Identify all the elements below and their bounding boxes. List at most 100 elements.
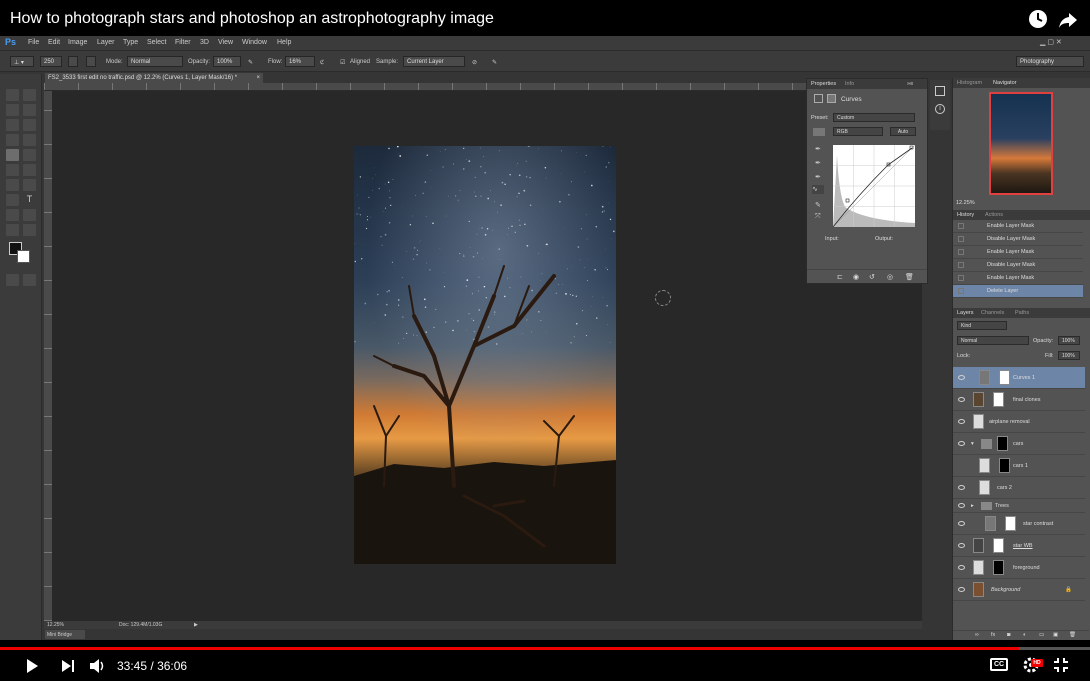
pressure-size-icon[interactable]: ✎ [492,59,497,66]
zoom-tool-icon[interactable] [23,224,36,236]
menu-3d[interactable]: 3D [200,39,209,46]
tab-actions[interactable]: Actions [985,212,1003,218]
menu-edit[interactable]: Edit [48,39,60,46]
layer-fill-field[interactable]: 100% [1058,351,1080,360]
progress-bar[interactable] [0,647,1090,650]
menu-image[interactable]: Image [68,39,87,46]
watch-later-icon[interactable] [1028,9,1048,29]
tab-history[interactable]: History [957,212,974,218]
channel-select[interactable]: RGB [833,127,883,136]
exit-fullscreen-icon[interactable] [1053,657,1069,673]
workspace-select[interactable]: Photography [1016,56,1084,67]
eye-icon[interactable] [958,565,965,570]
preset-select[interactable]: Custom [833,113,915,122]
mini-bridge-tab[interactable]: Mini Bridge [45,630,85,639]
share-icon[interactable] [1058,9,1078,29]
hand-tool-icon[interactable] [6,224,19,236]
add-mask-icon[interactable]: ◙ [1007,632,1010,638]
group-collapse-icon[interactable]: ▸ [971,503,974,509]
layer-row[interactable]: Background 🔒 [953,579,1085,601]
info-dock-icon[interactable]: i [935,104,945,114]
new-layer-icon[interactable]: ▣ [1053,632,1058,638]
auto-button[interactable]: Auto [890,127,916,136]
curve-point-tool-icon[interactable]: ∿ [812,185,824,194]
eye-icon[interactable] [958,441,965,446]
link-layers-icon[interactable]: ∞ [975,632,979,638]
panel-menu-icon[interactable]: »≡ [907,81,913,87]
menu-layer[interactable]: Layer [97,39,115,46]
layer-row[interactable]: airplane removal [953,411,1085,433]
tab-paths[interactable]: Paths [1015,310,1029,316]
menu-view[interactable]: View [218,39,233,46]
eye-icon[interactable] [958,521,965,526]
trash-icon[interactable]: 🗑 [905,273,914,281]
layer-blend-mode[interactable]: Normal [957,336,1029,345]
layer-row[interactable]: star WB [953,535,1085,557]
eye-icon[interactable] [958,587,965,592]
mask-thumb[interactable] [993,538,1004,553]
group-expand-icon[interactable]: ▾ [971,441,974,447]
sample-select[interactable]: Current Layer [403,56,465,67]
magic-wand-tool-icon[interactable] [23,104,36,116]
tab-histogram[interactable]: Histogram [957,80,982,86]
play-icon[interactable] [24,658,40,674]
window-controls[interactable]: ▁ ▢ ✕ [1040,38,1084,46]
history-item[interactable]: Enable Layer Mask [953,272,1083,285]
history-source-checkbox[interactable] [958,236,964,242]
move-tool-icon[interactable] [23,89,36,101]
tab-layers[interactable]: Layers [957,310,974,316]
history-item[interactable]: Disable Layer Mask [953,259,1083,272]
brush-size[interactable]: 250 [40,56,62,67]
eyedropper-gray-icon[interactable]: ✒ [815,159,823,167]
new-group-icon[interactable]: ▭ [1039,632,1044,638]
marquee-tool-icon[interactable] [6,89,19,101]
mask-thumb[interactable] [1005,516,1016,531]
navigator-zoom[interactable]: 12.25% [956,200,975,206]
eye-icon[interactable] [958,485,965,490]
eye-icon[interactable] [958,397,965,402]
curves-graph[interactable] [833,145,915,227]
tab-info[interactable]: Info [845,81,854,87]
close-document-icon[interactable]: × [256,75,260,81]
eye-icon[interactable] [958,543,965,548]
status-zoom[interactable]: 12.25% [47,622,64,628]
tab-channels[interactable]: Channels [981,310,1004,316]
tab-properties[interactable]: Properties [811,81,836,87]
video-title[interactable]: How to photograph stars and photoshop an… [10,10,494,28]
menu-select[interactable]: Select [147,39,166,46]
eyedropper-tool-icon[interactable] [23,119,36,131]
next-icon[interactable] [60,658,76,674]
mask-icon[interactable] [827,94,836,103]
eye-icon[interactable] [958,503,965,508]
layer-opacity-field[interactable]: 100% [1058,336,1080,345]
history-source-checkbox[interactable] [958,262,964,268]
document-tab[interactable]: FS2_3533 first edit no traffic.psd @ 12.… [45,73,263,83]
new-adjustment-icon[interactable]: ◐ [1023,632,1026,638]
crop-tool-icon[interactable] [6,119,19,131]
mask-thumb[interactable] [999,370,1010,385]
background-color-swatch[interactable] [17,250,30,263]
ignore-adjustment-icon[interactable]: ⊘ [472,59,477,66]
history-source-checkbox[interactable] [958,249,964,255]
path-selection-tool-icon[interactable] [6,209,19,221]
aligned-checkbox[interactable]: ☑ [340,59,345,66]
pressure-opacity-icon[interactable]: ✎ [248,59,253,66]
pencil-curve-icon[interactable]: ✎ [815,201,823,209]
mask-thumb[interactable] [999,458,1010,473]
menu-type[interactable]: Type [123,39,138,46]
history-item-selected[interactable]: Delete Layer [953,285,1083,298]
layer-row[interactable]: final clones [953,389,1085,411]
toggle-panel-icon[interactable] [86,56,96,67]
status-menu-arrow-icon[interactable]: ▶ [194,622,198,628]
history-source-checkbox[interactable] [958,275,964,281]
adjustments-dock-icon[interactable] [935,86,945,96]
lasso-tool-icon[interactable] [6,104,19,116]
smooth-curve-icon[interactable]: ⤧ [815,213,823,221]
menu-filter[interactable]: Filter [175,39,191,46]
dodge-tool-icon[interactable] [23,179,36,191]
mode-select[interactable]: Normal [127,56,183,67]
layer-row[interactable]: foreground [953,557,1085,579]
document-image[interactable] [354,146,616,564]
flow-field[interactable]: 16% [285,56,315,67]
screen-mode-icon[interactable] [23,274,36,286]
